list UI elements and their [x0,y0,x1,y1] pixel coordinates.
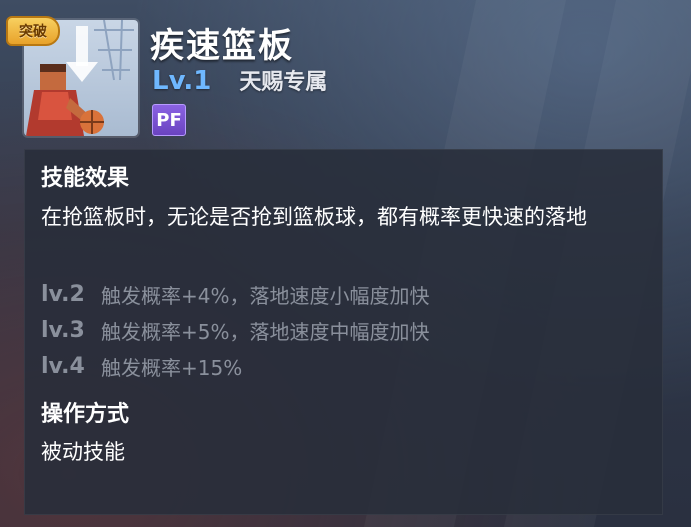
operation-title: 操作方式 [41,402,130,427]
effect-title: 技能效果 [41,166,130,191]
exclusive-label: 天赐专属 [239,70,328,95]
position-badge: PF [152,104,186,136]
level-description: 触发概率+15% [101,356,243,380]
skill-level: Lv.1 [152,66,212,96]
level-upgrade-row: lv.4 触发概率+15% [41,352,242,381]
effect-description: 在抢篮板时，无论是否抢到篮板球，都有概率更快速的落地 [41,205,587,229]
level-tag: lv.2 [41,282,85,307]
skill-name: 疾速篮板 [150,26,294,66]
level-description: 触发概率+4%，落地速度小幅度加快 [101,284,430,308]
level-upgrade-row: lv.3 触发概率+5%，落地速度中幅度加快 [41,316,430,345]
level-upgrade-row: lv.2 触发概率+4%，落地速度小幅度加快 [41,280,430,309]
breakthrough-badge: 突破 [6,16,60,46]
level-tag: lv.4 [41,354,85,379]
level-row: Lv.1 天赐专属 [152,64,327,96]
level-tag: lv.3 [41,318,85,343]
skill-description-panel: 技能效果 在抢篮板时，无论是否抢到篮板球，都有概率更快速的落地 lv.2 触发概… [24,149,663,515]
level-description: 触发概率+5%，落地速度中幅度加快 [101,320,430,344]
operation-description: 被动技能 [41,440,125,464]
